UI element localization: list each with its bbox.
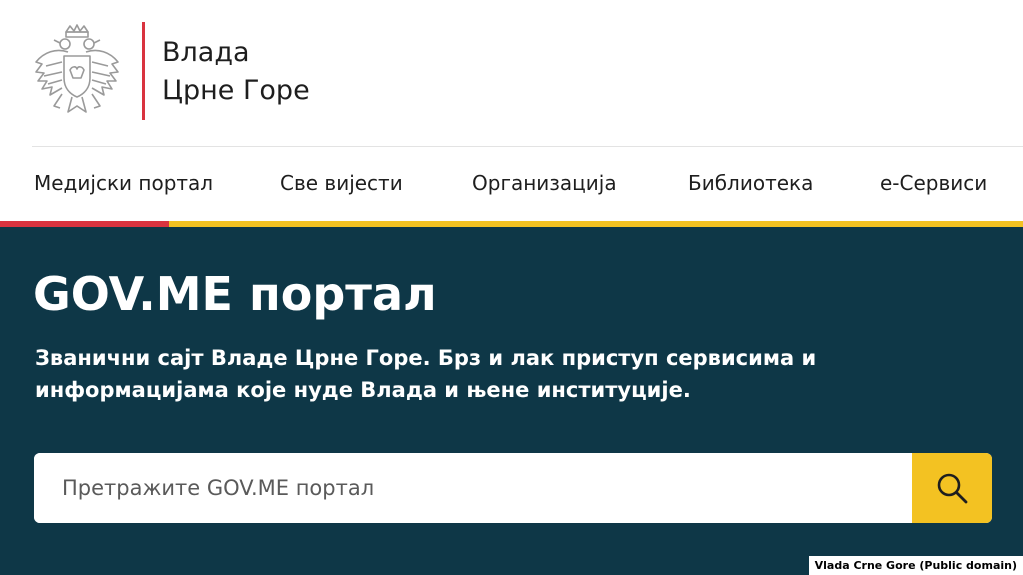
page-title: GOV.ME портал xyxy=(33,267,437,321)
nav-item-organization[interactable]: Организација xyxy=(472,171,617,195)
main-navigation: Медијски портал Све вијести Организација… xyxy=(0,147,1023,221)
nav-item-e-services[interactable]: е-Сервиси xyxy=(880,171,987,195)
page-subtitle: Званични сајт Владе Црне Горе. Брз и лак… xyxy=(35,346,817,402)
search-icon xyxy=(934,470,970,506)
nav-item-media-portal[interactable]: Медијски портал xyxy=(34,171,213,195)
image-credit: Vlada Crne Gore (Public domain) xyxy=(808,556,1023,575)
coat-of-arms-icon[interactable] xyxy=(32,22,122,122)
site-logo-text[interactable]: Влада Црне Горе xyxy=(162,34,310,110)
search-button[interactable] xyxy=(912,453,992,523)
brand-divider xyxy=(142,22,145,120)
brand-line-2: Црне Горе xyxy=(162,75,310,106)
search-input[interactable] xyxy=(34,453,912,523)
site-header: Влада Црне Горе xyxy=(0,0,1023,146)
hero-section: GOV.ME портал Званични сајт Владе Црне Г… xyxy=(0,227,1023,575)
search-form xyxy=(34,453,992,523)
brand-line-1: Влада xyxy=(162,37,250,68)
nav-item-library[interactable]: Библиотека xyxy=(688,171,813,195)
nav-item-all-news[interactable]: Све вијести xyxy=(280,171,403,195)
